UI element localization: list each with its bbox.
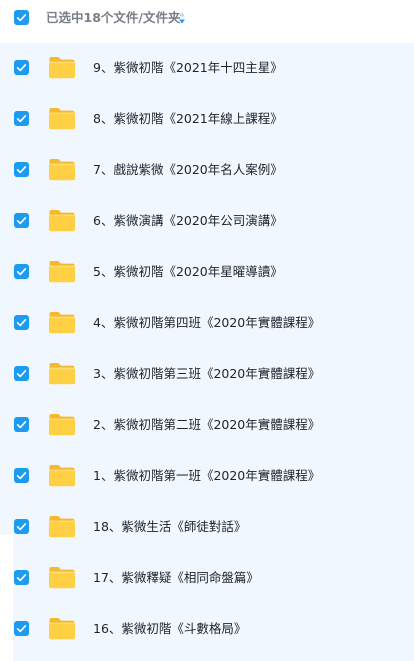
row-checkbox[interactable] <box>14 162 29 177</box>
select-all-checkbox[interactable] <box>14 10 29 25</box>
row-checkbox[interactable] <box>14 315 29 330</box>
checkmark-icon <box>16 370 27 378</box>
file-row-9[interactable]: 1、紫微初階第一班《2020年實體課程》 <box>0 451 414 502</box>
file-list-page: 已选中18个文件/文件夹 9、紫微初階《2021年十四主星》 8、紫微初階《20… <box>0 0 414 661</box>
file-row-1[interactable]: 9、紫微初階《2021年十四主星》 <box>0 43 414 94</box>
checkmark-icon <box>16 217 27 225</box>
file-row-8[interactable]: 2、紫微初階第二班《2020年實體課程》 <box>0 400 414 451</box>
folder-icon <box>49 108 75 130</box>
row-checkbox[interactable] <box>14 60 29 75</box>
folder-icon <box>49 57 75 79</box>
folder-icon <box>49 465 75 487</box>
checkmark-icon <box>16 64 27 72</box>
folder-icon <box>49 567 75 589</box>
row-checkbox[interactable] <box>14 519 29 534</box>
selection-header: 已选中18个文件/文件夹 <box>0 0 414 36</box>
sort-arrows-icon[interactable] <box>178 11 186 25</box>
file-row-4[interactable]: 6、紫微演講《2020年公司演講》 <box>0 196 414 247</box>
file-name: 4、紫微初階第四班《2020年實體課程》 <box>93 315 321 330</box>
file-name: 1、紫微初階第一班《2020年實體課程》 <box>93 468 321 483</box>
row-checkbox[interactable] <box>14 570 29 585</box>
file-row-10[interactable]: 18、紫微生活《師徒對話》 <box>0 502 414 553</box>
file-row-2[interactable]: 8、紫微初階《2021年線上課程》 <box>0 94 414 145</box>
checkmark-icon <box>16 14 27 22</box>
file-row-12[interactable]: 16、紫微初階《斗數格局》 <box>0 604 414 655</box>
file-name: 17、紫微釋疑《相同命盤篇》 <box>93 570 259 585</box>
checkmark-icon <box>16 472 27 480</box>
row-checkbox[interactable] <box>14 417 29 432</box>
checkmark-icon <box>16 625 27 633</box>
folder-icon <box>49 414 75 436</box>
file-row-7[interactable]: 3、紫微初階第三班《2020年實體課程》 <box>0 349 414 400</box>
folder-icon <box>49 363 75 385</box>
file-name: 6、紫微演講《2020年公司演講》 <box>93 213 283 228</box>
checkmark-icon <box>16 115 27 123</box>
row-checkbox[interactable] <box>14 264 29 279</box>
row-checkbox[interactable] <box>14 468 29 483</box>
file-row-3[interactable]: 7、戲說紫微《2020年名人案例》 <box>0 145 414 196</box>
checkmark-icon <box>16 166 27 174</box>
row-checkbox[interactable] <box>14 111 29 126</box>
file-name: 8、紫微初階《2021年線上課程》 <box>93 111 283 126</box>
folder-icon <box>49 312 75 334</box>
checkmark-icon <box>16 319 27 327</box>
folder-icon <box>49 159 75 181</box>
checkmark-icon <box>16 523 27 531</box>
selection-count-label: 已选中18个文件/文件夹 <box>46 10 181 25</box>
folder-icon <box>49 618 75 640</box>
folder-icon <box>49 516 75 538</box>
file-name: 18、紫微生活《師徒對話》 <box>93 519 247 534</box>
row-checkbox[interactable] <box>14 213 29 228</box>
file-name: 5、紫微初階《2020年星曜導讀》 <box>93 264 283 279</box>
file-list: 9、紫微初階《2021年十四主星》 8、紫微初階《2021年線上課程》 7、戲說… <box>0 43 414 661</box>
left-edge-panel <box>0 535 13 661</box>
file-row-5[interactable]: 5、紫微初階《2020年星曜導讀》 <box>0 247 414 298</box>
row-checkbox[interactable] <box>14 621 29 636</box>
row-checkbox[interactable] <box>14 366 29 381</box>
file-name: 3、紫微初階第三班《2020年實體課程》 <box>93 366 321 381</box>
file-row-11[interactable]: 17、紫微釋疑《相同命盤篇》 <box>0 553 414 604</box>
file-name: 16、紫微初階《斗數格局》 <box>93 621 247 636</box>
file-name: 9、紫微初階《2021年十四主星》 <box>93 60 283 75</box>
file-name: 2、紫微初階第二班《2020年實體課程》 <box>93 417 321 432</box>
folder-icon <box>49 210 75 232</box>
file-row-6[interactable]: 4、紫微初階第四班《2020年實體課程》 <box>0 298 414 349</box>
checkmark-icon <box>16 421 27 429</box>
folder-icon <box>49 261 75 283</box>
checkmark-icon <box>16 574 27 582</box>
checkmark-icon <box>16 268 27 276</box>
file-name: 7、戲說紫微《2020年名人案例》 <box>93 162 283 177</box>
